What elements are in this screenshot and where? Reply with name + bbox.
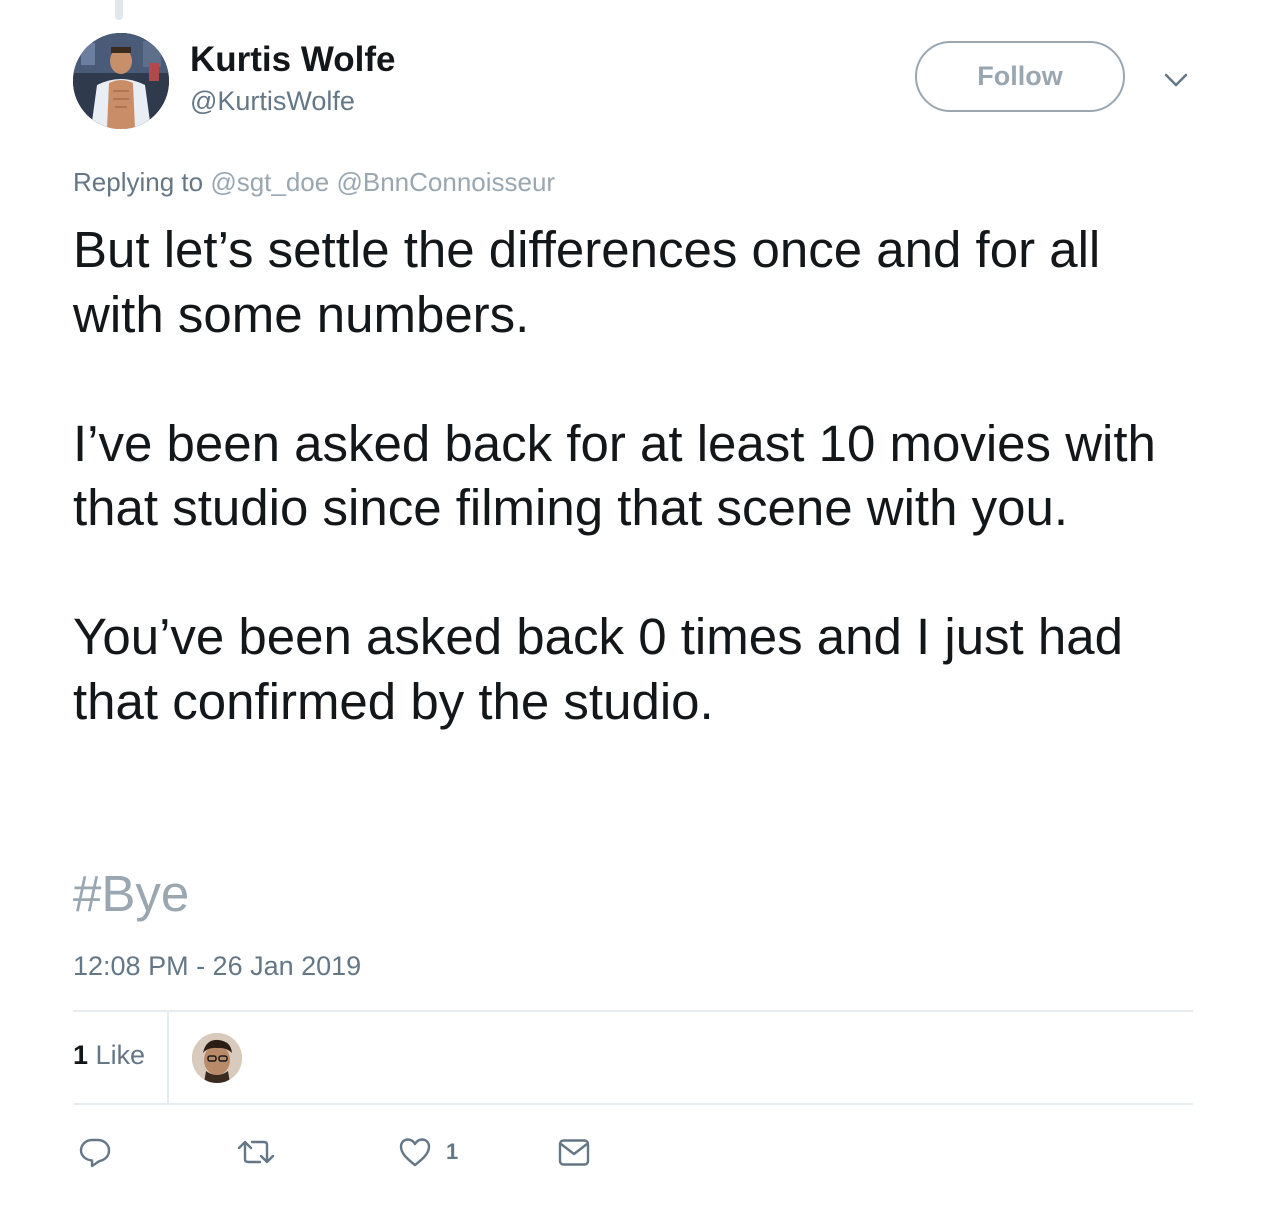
mention-link-sgt-doe[interactable]: @sgt_doe	[210, 167, 329, 197]
author-display-name[interactable]: Kurtis Wolfe	[190, 40, 395, 80]
reply-button[interactable]	[78, 1134, 112, 1170]
envelope-icon	[558, 1139, 590, 1166]
like-button[interactable]: 1	[398, 1134, 458, 1170]
tweet-paragraph: But let’s settle the differences once an…	[73, 221, 1101, 343]
liker-avatar[interactable]	[192, 1033, 242, 1083]
author-avatar[interactable]	[73, 33, 169, 129]
more-options-button[interactable]	[1160, 64, 1192, 96]
tweet-paragraph: You’ve been asked back 0 times and I jus…	[73, 608, 1123, 730]
tweet-text: But let’s settle the differences once an…	[73, 218, 1193, 799]
profile-photo-icon	[73, 33, 169, 129]
chevron-down-icon	[1164, 73, 1188, 87]
likes-label: Like	[95, 1040, 146, 1070]
heart-icon	[399, 1138, 431, 1167]
stats-top-divider	[73, 1010, 1193, 1012]
hashtag-link[interactable]: #Bye	[73, 864, 189, 924]
stats-separator	[167, 1012, 169, 1104]
tweet-paragraph: I’ve been asked back for at least 10 mov…	[73, 414, 1156, 537]
mention-link-bnnconnoisseur[interactable]: @BnnConnoisseur	[336, 167, 555, 197]
author-screen-name[interactable]: @KurtisWolfe	[190, 86, 355, 117]
replying-to-line: Replying to @sgt_doe @BnnConnoisseur	[73, 167, 555, 198]
retweet-icon	[237, 1140, 275, 1164]
like-count: 1	[446, 1139, 459, 1164]
follow-button[interactable]: Follow	[915, 41, 1125, 112]
retweet-button[interactable]	[236, 1134, 276, 1170]
likes-stat[interactable]: 1 Like	[73, 1040, 145, 1071]
conversation-thread-line	[115, 0, 123, 20]
reply-icon	[79, 1138, 111, 1168]
replying-to-label: Replying to	[73, 167, 204, 197]
tweet-timestamp[interactable]: 12:08 PM - 26 Jan 2019	[73, 951, 361, 982]
actions-top-divider	[73, 1103, 1193, 1105]
direct-message-button[interactable]	[557, 1134, 591, 1170]
liker-photo-icon	[192, 1033, 242, 1083]
likes-count: 1	[73, 1040, 89, 1070]
